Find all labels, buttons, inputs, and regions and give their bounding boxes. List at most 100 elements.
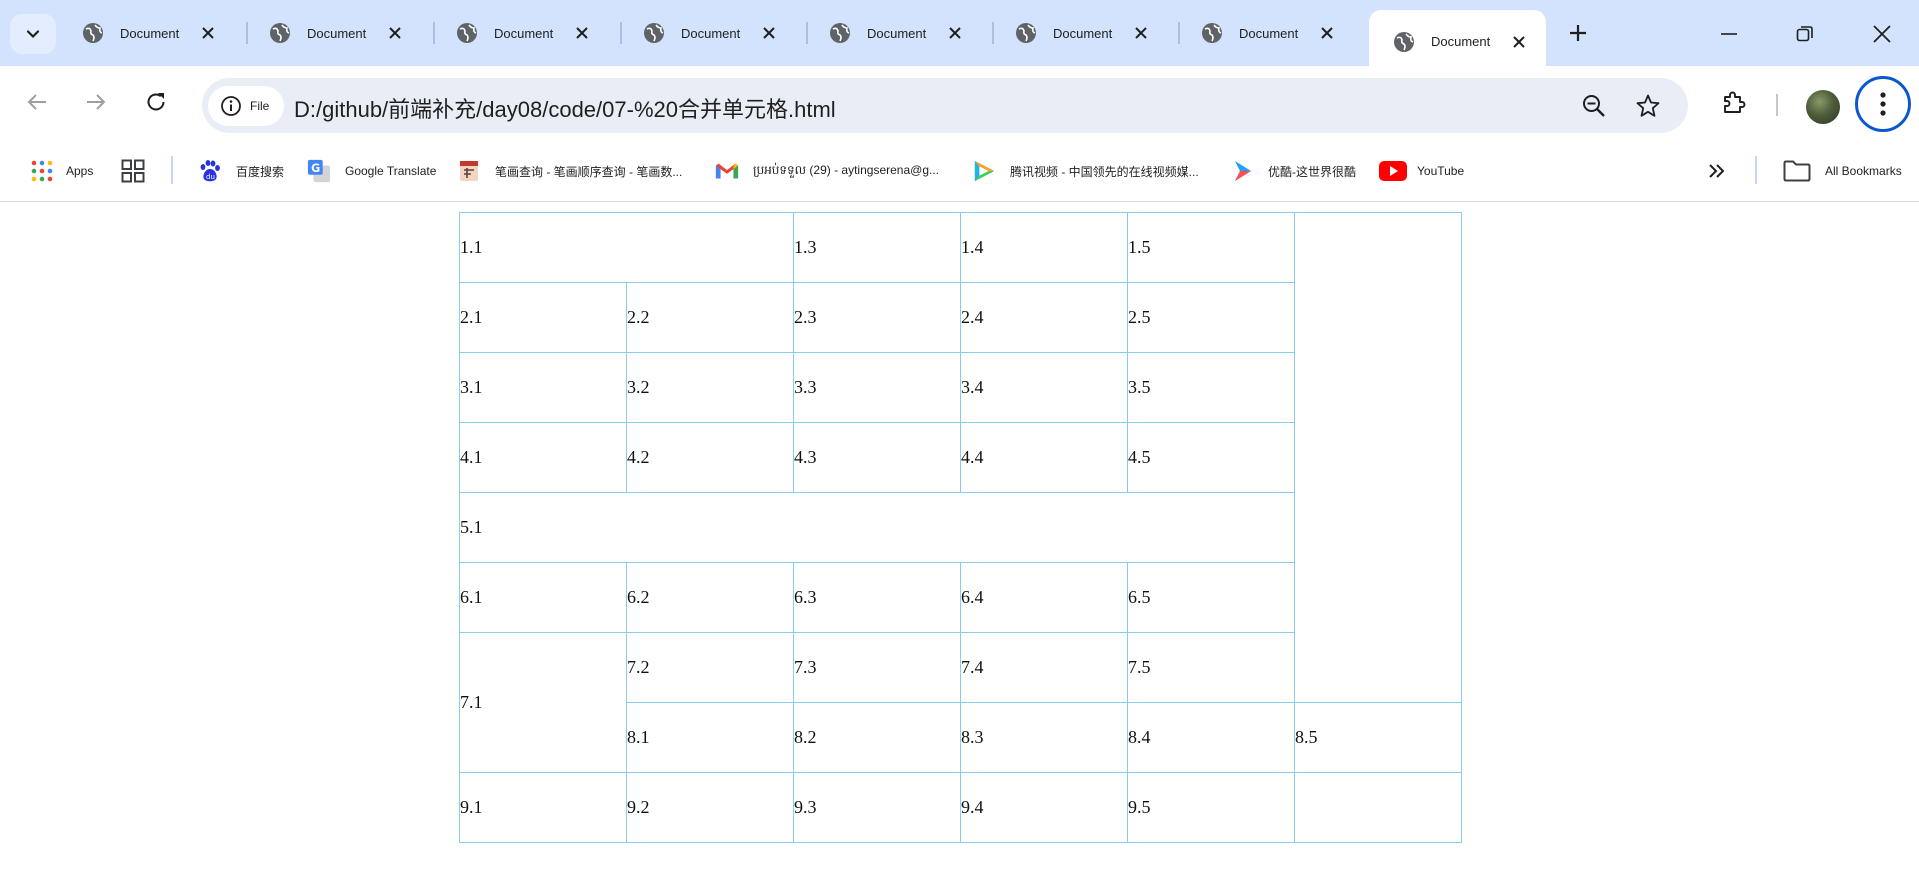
close-icon[interactable] (756, 20, 782, 46)
forward-button[interactable] (76, 82, 116, 122)
chrome-menu-button[interactable] (1855, 76, 1911, 132)
toolbar-divider (1776, 94, 1778, 116)
tab-title: Document (1239, 25, 1299, 41)
table-cell: 6.1 (459, 562, 627, 633)
close-icon[interactable] (569, 20, 595, 46)
double-chevron-right-icon (1705, 159, 1729, 183)
toolbar: File D:/github/前端补充/day08/code/07-%20合并单… (0, 66, 1919, 142)
bookmark-baidu[interactable]: du 百度搜索 (198, 154, 284, 188)
table-cell: 2.3 (793, 282, 961, 353)
table-cell: 8.5 (1294, 702, 1462, 773)
address-bar[interactable]: File D:/github/前端补充/day08/code/07-%20合并单… (202, 78, 1688, 133)
baidu-icon: du (198, 159, 222, 183)
table-cell: 9.1 (459, 772, 627, 843)
site-chip-label: File (250, 99, 270, 113)
table-cell: 9.4 (960, 772, 1128, 843)
bookmark-label: 笔画查询 - 笔画顺序查询 - 笔画数... (495, 164, 683, 179)
tab[interactable]: Document (619, 11, 796, 55)
close-icon[interactable] (195, 20, 221, 46)
chevron-down-icon (26, 30, 40, 39)
bookmark-star-button[interactable] (1632, 90, 1664, 122)
close-icon (1873, 25, 1891, 43)
tab-search-button[interactable] (10, 14, 56, 54)
close-icon[interactable] (382, 20, 408, 46)
table-cell: 2.1 (459, 282, 627, 353)
table-cell: 7.1 (459, 632, 627, 773)
table-cell: 1.4 (960, 212, 1128, 283)
tab[interactable]: Document (245, 11, 422, 55)
tab-title: Document (1431, 34, 1491, 49)
bookmark-tab-groups[interactable] (121, 154, 145, 188)
merged-cells-table: 1.1 1.3 1.4 1.5 2.1 2.2 2.3 2.4 2.5 3.1 … (459, 212, 1462, 843)
stroke-lookup-icon (457, 159, 481, 183)
table-cell: 3.2 (626, 352, 794, 423)
table-cell: 6.2 (626, 562, 794, 633)
restore-icon (1796, 26, 1813, 42)
gmail-icon (715, 159, 739, 183)
bookmark-google-translate[interactable]: G Google Translate (307, 154, 436, 188)
minimize-icon (1721, 33, 1737, 35)
table-row: 1.1 1.3 1.4 1.5 (459, 212, 1462, 703)
site-info-chip[interactable]: File (208, 86, 284, 126)
tab[interactable]: Document (1177, 11, 1354, 55)
tab-title: Document (307, 25, 367, 41)
back-button[interactable] (17, 82, 57, 122)
info-icon (221, 96, 241, 116)
table-cell: 2.2 (626, 282, 794, 353)
google-translate-icon: G (307, 159, 331, 183)
tab-title: Document (867, 25, 927, 41)
bookmark-youku[interactable]: 优酷-这世界很酷 (1230, 154, 1356, 188)
table-row: 9.1 9.2 9.3 9.4 9.5 (459, 772, 1462, 843)
tab[interactable]: Document (58, 11, 235, 55)
table-cell: 8.1 (626, 702, 794, 773)
extensions-button[interactable] (1714, 82, 1754, 122)
close-icon[interactable] (1314, 20, 1340, 46)
table-cell: 4.5 (1127, 422, 1295, 493)
tab-strip: Document Document Document Document Docu… (0, 0, 1919, 66)
url-text[interactable]: D:/github/前端补充/day08/code/07-%20合并单元格.ht… (294, 92, 836, 124)
table-cell: 9.2 (626, 772, 794, 843)
tab-groups-icon (121, 159, 145, 183)
plus-icon (1570, 25, 1586, 41)
profile-avatar[interactable] (1806, 90, 1840, 124)
globe-icon (457, 23, 477, 43)
globe-icon (1016, 23, 1036, 43)
close-icon[interactable] (1128, 20, 1154, 46)
new-tab-button[interactable] (1563, 18, 1593, 48)
restore-button[interactable] (1782, 14, 1828, 54)
minimize-button[interactable] (1706, 14, 1752, 54)
table-cell: 6.3 (793, 562, 961, 633)
reload-button[interactable] (136, 82, 176, 122)
tab[interactable]: Document (432, 11, 609, 55)
bookmark-gmail[interactable]: ប្រអប់ទទួល (29) - aytingserena@g... (715, 154, 939, 188)
close-icon[interactable] (942, 20, 968, 46)
table-cell: 7.5 (1127, 632, 1295, 703)
close-icon[interactable] (1506, 29, 1532, 55)
bookmark-stroke-lookup[interactable]: 笔画查询 - 笔画顺序查询 - 笔画数... (457, 154, 682, 188)
close-window-button[interactable] (1859, 14, 1905, 54)
table-cell: 8.3 (960, 702, 1128, 773)
bookmarks-overflow-button[interactable] (1705, 154, 1729, 188)
zoom-button[interactable] (1578, 90, 1610, 122)
zoom-out-icon (1583, 95, 1605, 117)
tab[interactable]: Document (991, 11, 1168, 55)
bookmark-tencent-video[interactable]: 腾讯视频 - 中国领先的在线视频媒... (972, 154, 1199, 188)
table-cell: 2.4 (960, 282, 1128, 353)
tab-active[interactable]: Document (1369, 10, 1546, 66)
tencent-video-icon (972, 159, 996, 183)
bookmark-apps[interactable]: Apps (30, 154, 93, 188)
globe-icon (83, 23, 103, 43)
bookmark-all-bookmarks[interactable]: All Bookmarks (1783, 154, 1902, 188)
forward-arrow-icon (87, 94, 106, 110)
table-cell: 4.2 (626, 422, 794, 493)
table-cell: 1.3 (793, 212, 961, 283)
bookmark-youtube[interactable]: YouTube (1379, 154, 1464, 188)
bookmark-label: 腾讯视频 - 中国领先的在线视频媒... (1010, 164, 1199, 179)
youku-icon (1230, 159, 1254, 183)
reload-icon (147, 93, 165, 111)
tab-title: Document (120, 25, 180, 41)
bookmarks-divider (1755, 156, 1757, 184)
bookmark-label: Apps (66, 164, 94, 178)
tab[interactable]: Document (805, 11, 982, 55)
bookmarks-divider (171, 156, 173, 184)
